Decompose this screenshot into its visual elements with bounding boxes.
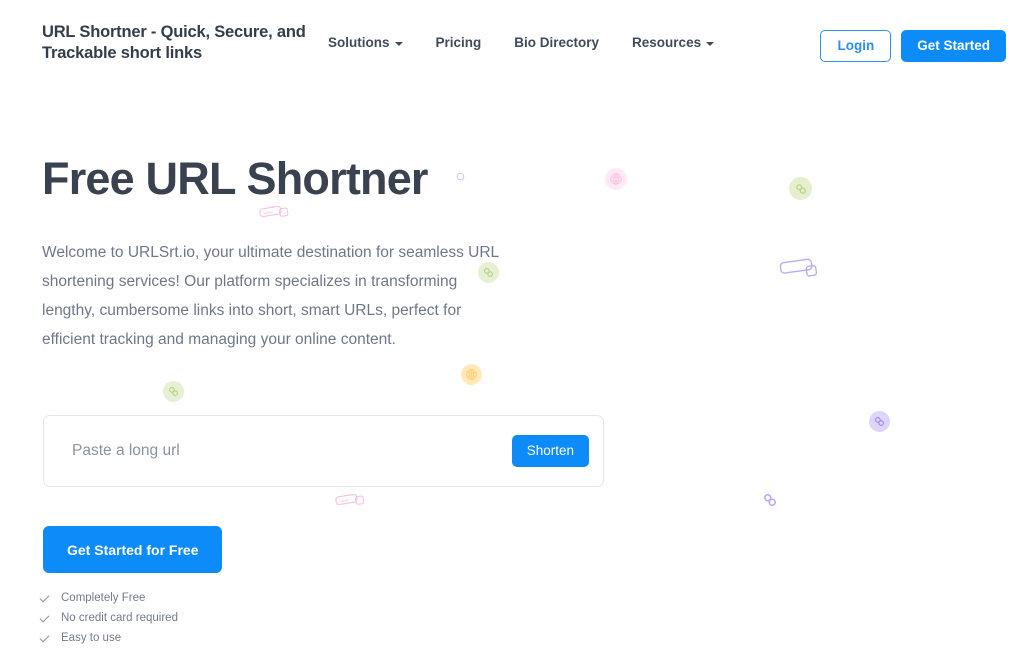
chevron-down-icon [394,41,403,46]
chain-icon-purple [761,491,779,509]
url-shortener-form: Shorten [43,415,604,487]
svg-text:www: www [263,209,274,216]
check-label: Easy to use [61,632,122,644]
feature-checklist: Completely Free No credit card required … [40,592,178,644]
page-title: Free URL Shortner [42,153,428,204]
list-item: No credit card required [40,612,178,624]
nav-item-solutions[interactable]: Solutions [328,35,403,50]
nav-item-label: Resources [632,35,702,50]
nav-item-resources[interactable]: Resources [632,35,715,50]
nav-item-label: Bio Directory [514,35,600,50]
circle-dot-purple [456,172,465,181]
chevron-down-icon [706,41,715,46]
hero-description: Welcome to URLSrt.io, your ultimate dest… [42,244,499,348]
login-button[interactable]: Login [820,30,892,62]
check-label: Completely Free [61,592,146,604]
nav-item-pricing[interactable]: Pricing [436,35,482,50]
svg-text:www: www [339,497,350,504]
check-icon [40,633,51,644]
check-icon [40,593,51,604]
check-label: No credit card required [61,612,178,624]
link-icon-green [789,177,812,200]
link-icon-purple [869,411,890,432]
nav-item-bio-directory[interactable]: Bio Directory [514,35,599,50]
tag-icon-pink-2: www [258,202,292,224]
get-started-button[interactable]: Get Started [901,30,1006,62]
shorten-button[interactable]: Shorten [511,435,589,467]
globe-icon-pink [605,168,627,190]
get-started-for-free-button[interactable]: Get Started for Free [43,526,223,573]
nav-item-label: Pricing [435,35,482,50]
brand-title[interactable]: URL Shortner - Quick, Secure, and Tracka… [42,22,322,64]
globe-icon-yellow [461,364,482,385]
site-header: URL Shortner - Quick, Secure, and Tracka… [0,0,1024,90]
main-navigation: Solutions Pricing Bio Directory Resource… [328,35,715,50]
nav-item-label: Solutions [328,35,390,50]
hero-section: Free URL Shortner Welcome to URLSrt.io, … [0,90,1024,660]
list-item: Easy to use [40,632,178,644]
long-url-input[interactable] [72,442,512,460]
tag-icon-purple [778,258,820,284]
check-icon [40,613,51,624]
header-actions: Login Get Started [820,30,1006,62]
list-item: Completely Free [40,592,178,604]
tag-icon-pink: www [334,490,368,512]
link-icon-green-3 [163,381,184,402]
